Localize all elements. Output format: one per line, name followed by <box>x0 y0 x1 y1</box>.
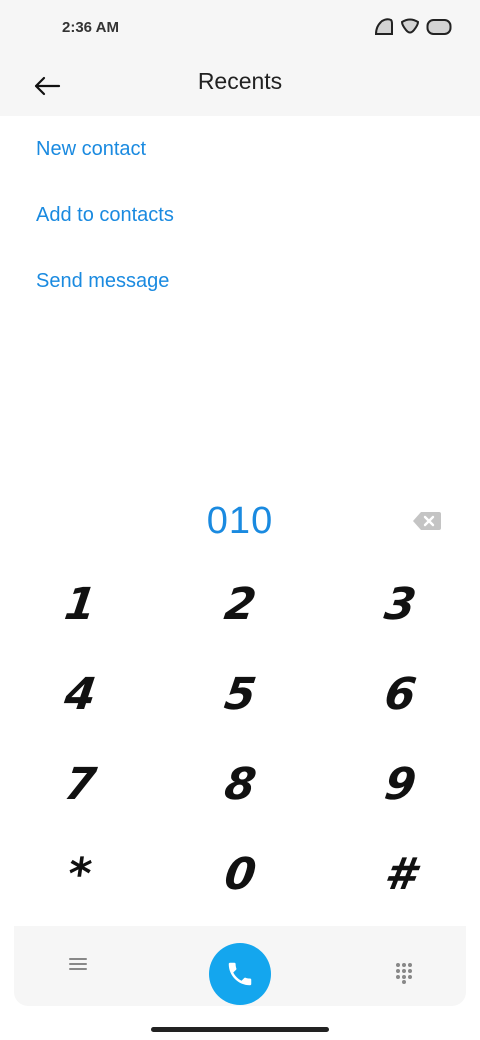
key-9[interactable]: 9 <box>320 740 480 828</box>
key-6-label: 6 <box>381 668 419 720</box>
wifi-icon <box>400 18 420 34</box>
key-star-label: * <box>64 848 96 900</box>
key-7-label: 7 <box>61 758 99 810</box>
signal-icon <box>374 18 393 35</box>
key-1[interactable]: 1 <box>0 560 160 648</box>
key-7[interactable]: 7 <box>0 740 160 828</box>
battery-icon <box>426 19 452 35</box>
bottom-bar <box>14 926 466 1006</box>
key-hash-label: # <box>381 848 419 900</box>
key-8-label: 8 <box>221 758 259 810</box>
app-bar: Recents <box>0 56 480 116</box>
call-button[interactable] <box>209 943 271 1005</box>
dialpad-icon[interactable] <box>394 962 414 984</box>
key-1-label: 1 <box>61 578 99 630</box>
send-message-link[interactable]: Send message <box>36 270 169 293</box>
key-3-label: 3 <box>381 578 419 630</box>
menu-icon[interactable] <box>68 954 88 974</box>
dialed-number: 010 <box>206 500 274 542</box>
add-to-contacts-link[interactable]: Add to contacts <box>36 204 174 227</box>
dial-keypad: 1 2 3 4 5 6 7 8 9 * 0 # <box>0 560 480 920</box>
page-title: Recents <box>197 68 283 94</box>
key-9-label: 9 <box>381 758 419 810</box>
key-2-label: 2 <box>221 578 259 630</box>
phone-icon <box>228 962 252 986</box>
key-5[interactable]: 5 <box>160 650 320 738</box>
home-indicator[interactable] <box>151 1027 329 1032</box>
key-star[interactable]: * <box>0 830 160 918</box>
backspace-icon[interactable] <box>412 510 442 532</box>
key-0[interactable]: 0 <box>160 830 320 918</box>
key-8[interactable]: 8 <box>160 740 320 828</box>
key-5-label: 5 <box>221 668 259 720</box>
key-hash[interactable]: # <box>320 830 480 918</box>
status-icons <box>374 18 452 36</box>
key-3[interactable]: 3 <box>320 560 480 648</box>
key-6[interactable]: 6 <box>320 650 480 738</box>
key-2[interactable]: 2 <box>160 560 320 648</box>
key-0-label: 0 <box>221 848 259 900</box>
status-bar: 2:36 AM <box>0 0 480 56</box>
key-4[interactable]: 4 <box>0 650 160 738</box>
status-time: 2:36 AM <box>62 19 119 36</box>
new-contact-link[interactable]: New contact <box>36 138 146 161</box>
key-4-label: 4 <box>61 668 99 720</box>
